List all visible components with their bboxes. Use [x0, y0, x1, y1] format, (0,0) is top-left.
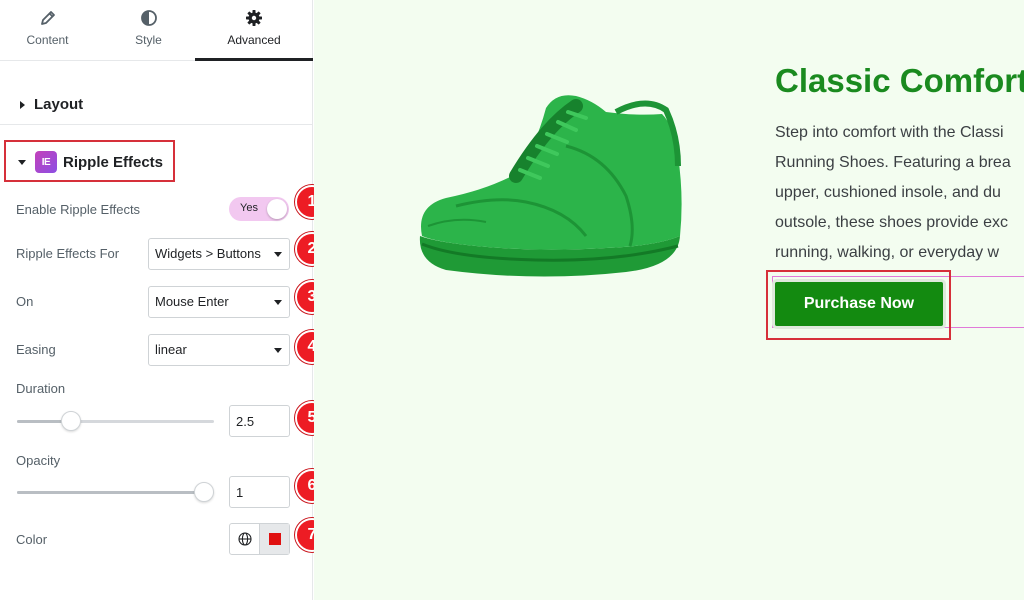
duration-label: Duration [16, 381, 66, 396]
enable-ripple-label: Enable Ripple Effects [16, 202, 141, 217]
color-label: Color [16, 532, 48, 547]
ripple-effects-for-value: Widgets > Buttons [155, 246, 261, 261]
plugin-logo-text: IE [41, 156, 51, 168]
description-line: Running Shoes. Featuring a brea [775, 154, 1011, 171]
settings-panel: Content Style Advanced Layout IE Ripple … [0, 0, 313, 600]
ripple-section-header[interactable]: IE Ripple Effects [0, 142, 313, 182]
opacity-input[interactable]: 1 [229, 476, 290, 508]
on-label: On [16, 294, 34, 309]
plugin-logo-icon: IE [35, 151, 57, 173]
caret-right-icon [20, 100, 25, 109]
chevron-down-icon [274, 348, 282, 353]
pencil-icon [40, 11, 55, 25]
easing-label: Easing [16, 342, 56, 357]
opacity-slider[interactable] [17, 482, 214, 502]
layout-section-title: Layout [34, 96, 84, 113]
layout-section-header[interactable]: Layout [0, 85, 313, 125]
gear-icon [246, 10, 262, 26]
color-swatch [268, 533, 281, 545]
on-select[interactable]: Mouse Enter [148, 286, 290, 318]
easing-select[interactable]: linear [148, 334, 290, 366]
page-preview: Classic Comfort Step into comfort with t… [314, 0, 1024, 600]
color-control [229, 523, 290, 555]
panel-tabs: Content Style Advanced [0, 0, 313, 61]
easing-value: linear [155, 342, 187, 357]
chevron-down-icon [274, 252, 282, 257]
product-title: Classic Comfort [775, 62, 1024, 99]
tab-style[interactable]: Style [101, 0, 196, 60]
duration-slider-handle[interactable] [61, 411, 82, 431]
on-value: Mouse Enter [155, 294, 229, 309]
tab-style-label: Style [135, 33, 162, 47]
duration-input[interactable]: 2.5 [229, 405, 290, 437]
tab-advanced[interactable]: Advanced [195, 0, 313, 61]
description-line: upper, cushioned insole, and du [775, 184, 1001, 201]
chevron-down-icon [274, 300, 282, 305]
description-line: running, walking, or everyday w [775, 244, 1000, 261]
globe-icon [237, 532, 252, 546]
tab-content[interactable]: Content [0, 0, 95, 60]
color-picker-button[interactable] [260, 524, 289, 554]
green-sneaker-image [419, 95, 682, 277]
ripple-section-title: Ripple Effects [63, 153, 164, 171]
global-colors-button[interactable] [230, 524, 260, 554]
toggle-state-text: Yes [240, 202, 258, 214]
opacity-slider-handle[interactable] [194, 482, 214, 502]
caret-down-icon [18, 159, 26, 165]
duration-slider[interactable] [17, 411, 214, 431]
ripple-effects-for-select[interactable]: Widgets > Buttons [148, 238, 290, 270]
toggle-knob [267, 199, 287, 219]
enable-ripple-toggle[interactable]: Yes [229, 197, 289, 221]
product-description: Step into comfort with the Classi Runnin… [775, 118, 1024, 268]
purchase-now-button[interactable]: Purchase Now [775, 282, 943, 326]
opacity-label: Opacity [16, 453, 61, 468]
half-circle-icon [140, 10, 157, 26]
opacity-slider-fill [17, 491, 204, 494]
ripple-effects-for-label: Ripple Effects For [16, 246, 120, 261]
tab-content-label: Content [26, 33, 69, 47]
tab-advanced-label: Advanced [227, 33, 281, 47]
description-line: outsole, these shoes provide exc [775, 214, 1009, 231]
description-line: Step into comfort with the Classi [775, 124, 1004, 141]
